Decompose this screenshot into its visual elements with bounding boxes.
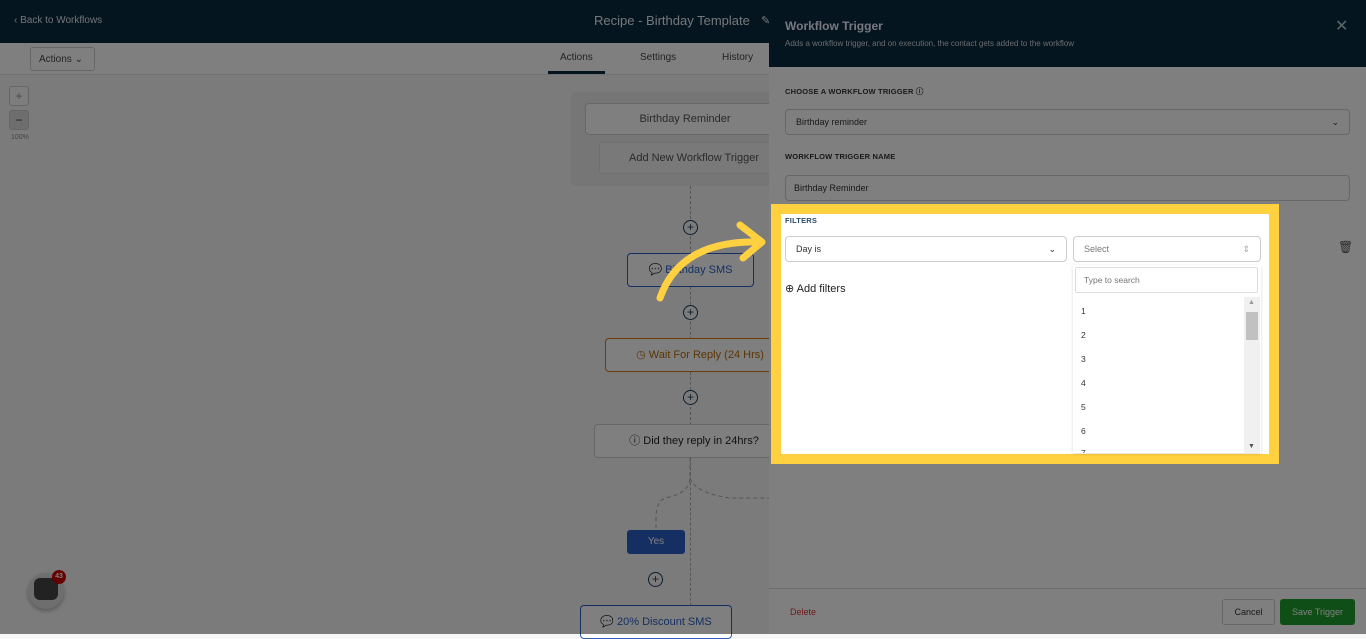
option-item[interactable]: 2 bbox=[1081, 330, 1086, 340]
add-filters-button[interactable]: ⊕ Add filters bbox=[785, 282, 846, 295]
option-item[interactable]: 1 bbox=[1081, 306, 1086, 316]
option-item[interactable]: 6 bbox=[1081, 426, 1086, 436]
filter-field-select[interactable]: Day is ⌄ bbox=[785, 236, 1067, 262]
plus-circle-icon: ⊕ bbox=[785, 283, 795, 295]
option-item[interactable]: 5 bbox=[1081, 402, 1086, 412]
updown-icon: ⇕ bbox=[1242, 243, 1250, 254]
filter-value-select[interactable]: Select ⇕ bbox=[1073, 236, 1261, 262]
scroll-up-icon[interactable]: ▲ bbox=[1248, 299, 1255, 306]
scrollbar-thumb[interactable] bbox=[1246, 312, 1258, 340]
filter-field-value: Day is bbox=[796, 244, 822, 254]
chevron-down-icon: ⌄ bbox=[1048, 243, 1056, 254]
search-input[interactable] bbox=[1075, 267, 1258, 293]
option-item[interactable]: 7 bbox=[1081, 448, 1086, 453]
options-dropdown bbox=[1073, 265, 1261, 453]
option-item[interactable]: 4 bbox=[1081, 378, 1086, 388]
add-filters-label: Add filters bbox=[796, 283, 846, 295]
option-item[interactable]: 3 bbox=[1081, 354, 1086, 364]
filters-label: FILTERS bbox=[785, 216, 818, 225]
scroll-down-icon[interactable]: ▼ bbox=[1248, 443, 1255, 450]
filter-value-placeholder: Select bbox=[1084, 244, 1110, 254]
pointer-arrow-icon bbox=[656, 221, 766, 302]
